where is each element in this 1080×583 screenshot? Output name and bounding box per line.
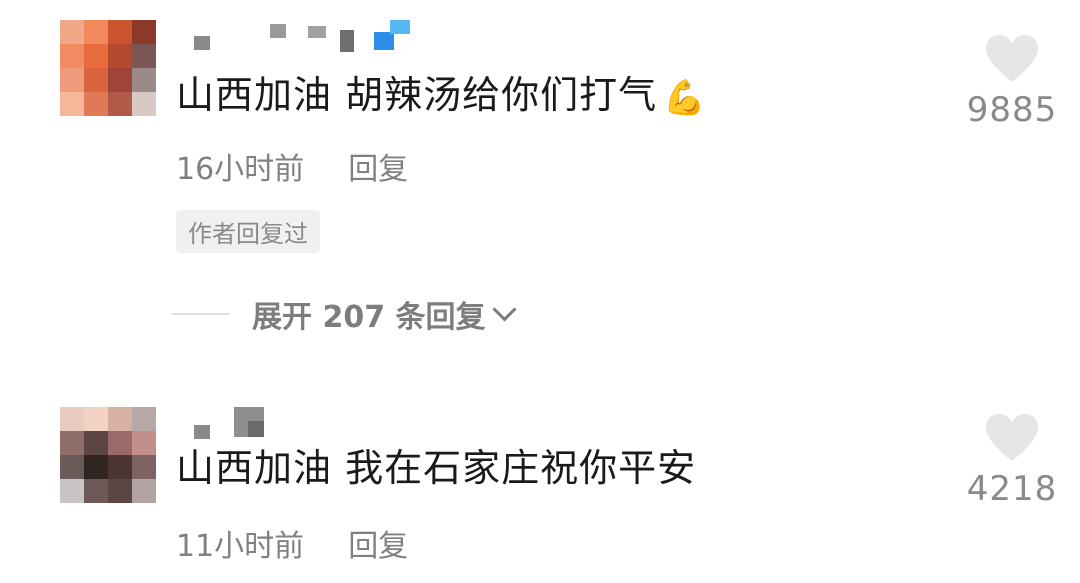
heart-icon xyxy=(986,35,1038,82)
flexed-biceps-emoji: 💪 xyxy=(663,77,707,118)
comment-body: 山西加油 我在石家庄祝你平安 xyxy=(176,446,697,490)
like-button[interactable]: 4218 xyxy=(952,413,1072,509)
comment-meta: 11小时前 回复 xyxy=(176,521,408,565)
comment-body: 山西加油 胡辣汤给你们打气 xyxy=(176,73,658,117)
reply-button[interactable]: 回复 xyxy=(348,529,408,564)
reply-button[interactable]: 回复 xyxy=(348,152,408,187)
expand-replies-label: 展开 207 条回复 xyxy=(252,300,486,335)
chevron-down-icon xyxy=(491,296,517,322)
comment-item: 山西加油 我在石家庄祝你平安 11小时前 回复 4218 xyxy=(0,395,1080,583)
heart-icon xyxy=(986,414,1038,461)
avatar[interactable] xyxy=(60,407,156,503)
timestamp: 11小时前 xyxy=(176,529,305,564)
like-button[interactable]: 9885 xyxy=(952,34,1072,130)
comment-text: 山西加油 胡辣汤给你们打气 💪 xyxy=(176,72,706,121)
username-redacted[interactable] xyxy=(178,18,438,52)
comment-text: 山西加油 我在石家庄祝你平安 xyxy=(176,445,696,491)
username-redacted[interactable] xyxy=(178,403,438,439)
comment-meta: 16小时前 回复 xyxy=(176,144,408,188)
avatar[interactable] xyxy=(60,20,156,116)
expand-replies-button[interactable]: 展开 207 条回复 xyxy=(172,292,592,336)
like-count: 4218 xyxy=(966,469,1058,509)
divider xyxy=(172,313,230,315)
comment-item: 山西加油 胡辣汤给你们打气 💪 16小时前 回复 作者回复过 展开 207 条回复 … xyxy=(0,0,1080,380)
like-count: 9885 xyxy=(966,90,1058,130)
author-replied-badge: 作者回复过 xyxy=(176,210,320,253)
timestamp: 16小时前 xyxy=(176,152,305,187)
